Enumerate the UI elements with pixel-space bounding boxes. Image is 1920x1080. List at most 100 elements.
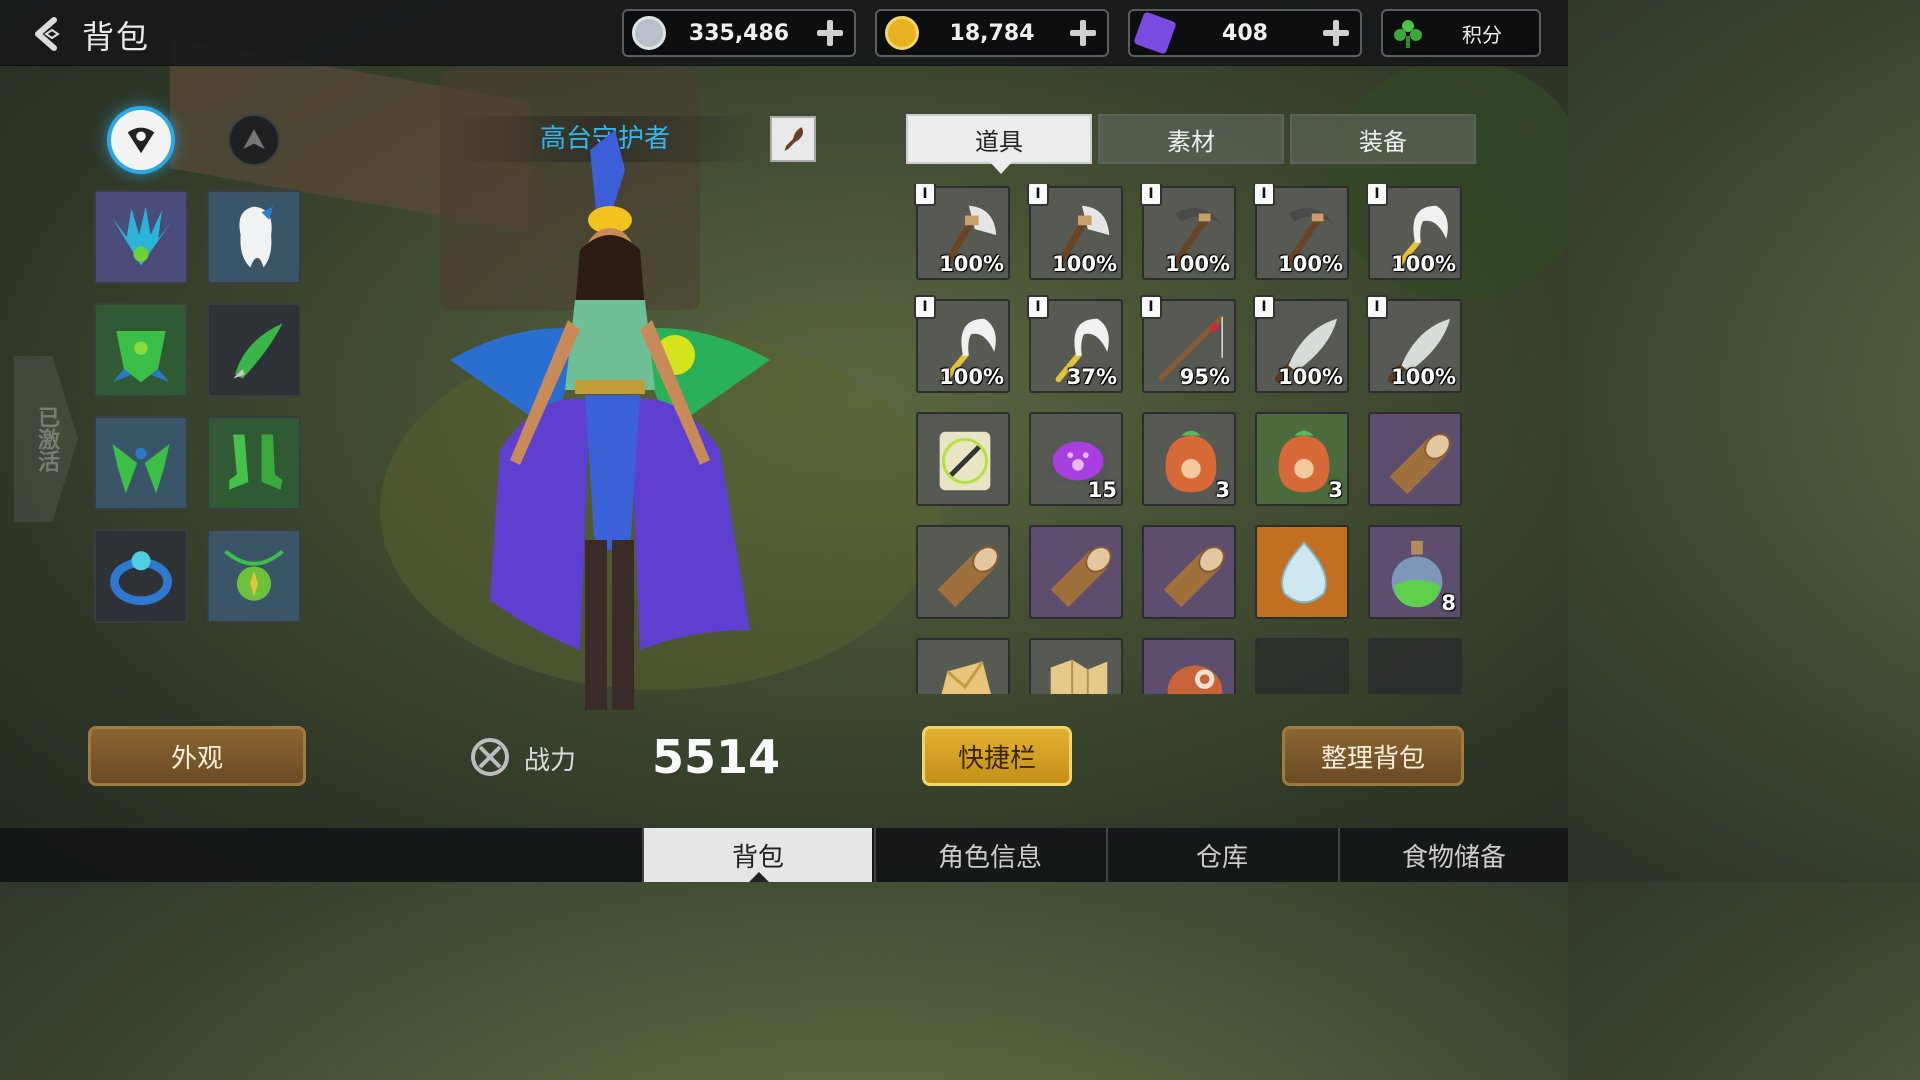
inventory-slot[interactable]: I 100% xyxy=(1253,184,1349,280)
lock-icon: I xyxy=(1140,184,1162,206)
inventory-slot[interactable]: I 37% xyxy=(1027,295,1123,393)
equip-slot-hair[interactable] xyxy=(207,190,301,284)
lock-icon: I xyxy=(1366,184,1388,206)
wing-emblem-icon xyxy=(243,129,265,149)
lock-icon: I xyxy=(1140,295,1162,319)
purple-gem-icon xyxy=(1133,11,1177,55)
inventory-slot[interactable] xyxy=(1142,638,1236,694)
equip-slot-ring[interactable] xyxy=(94,529,188,623)
quill-icon xyxy=(784,127,804,151)
inventory-slot[interactable]: I 100% xyxy=(1366,295,1462,393)
style-tab-flower[interactable] xyxy=(104,108,178,172)
gold-currency: 18,784 xyxy=(875,9,1109,57)
nav-bag[interactable]: 背包 xyxy=(642,828,872,882)
add-silver-button[interactable] xyxy=(812,16,846,50)
activated-label: 已激活 xyxy=(34,406,59,472)
inventory-slot[interactable] xyxy=(1142,525,1236,619)
inventory-slot[interactable]: I 100% xyxy=(914,184,1010,280)
add-gold-button[interactable] xyxy=(1065,16,1099,50)
score-label: 积分 xyxy=(1462,22,1502,47)
lock-icon: I xyxy=(914,295,936,319)
silver-coin-icon xyxy=(632,16,666,50)
character-model xyxy=(440,130,780,730)
wood-log-icon xyxy=(1389,433,1451,495)
back-arrow-icon xyxy=(35,17,60,51)
item-count-label: 100% xyxy=(1391,365,1456,389)
amulet-icon xyxy=(224,549,284,601)
inventory-slot[interactable]: 8 xyxy=(1368,525,1462,619)
tab-equipment[interactable]: 装备 xyxy=(1290,114,1476,164)
item-count-label: 3 xyxy=(1328,478,1343,502)
map-icon xyxy=(1050,659,1108,694)
inventory-slot[interactable]: 15 xyxy=(1029,412,1123,506)
flower-emblem-icon xyxy=(127,127,155,154)
tab-items[interactable]: 道具 xyxy=(906,114,1092,174)
item-count-label: 100% xyxy=(1391,252,1456,276)
scroll-icon xyxy=(939,431,991,491)
inventory-grid: I 100% I 100% I 100% I 100% I 100% I 100% I 37% I 95% I 1… xyxy=(908,184,1474,694)
inventory-slot[interactable] xyxy=(916,412,1010,506)
wood-log-icon xyxy=(1163,546,1225,608)
lock-icon: I xyxy=(914,184,936,206)
blue-ring-icon xyxy=(110,551,172,605)
silver-amount: 335,486 xyxy=(688,20,790,46)
inventory-slot[interactable]: I 100% xyxy=(914,295,1010,393)
power-value: 5514 xyxy=(652,730,781,784)
meat-icon xyxy=(1167,665,1223,694)
inventory-slot[interactable]: I 95% xyxy=(1140,295,1236,393)
green-boots-icon xyxy=(229,434,283,490)
equip-slot-body[interactable] xyxy=(94,303,188,397)
nav-character-info[interactable]: 角色信息 xyxy=(874,828,1104,882)
inventory-slot[interactable]: I 100% xyxy=(1027,184,1123,280)
item-count-label: 100% xyxy=(1278,252,1343,276)
item-count-label: 100% xyxy=(1052,252,1117,276)
inventory-slot[interactable]: I 100% xyxy=(1366,184,1462,280)
quickbar-button[interactable]: 快捷栏 xyxy=(922,726,1072,786)
inventory-slot[interactable]: I 100% xyxy=(1140,184,1236,280)
tab-materials[interactable]: 素材 xyxy=(1098,114,1284,164)
power-icon xyxy=(471,738,509,776)
white-hair-icon xyxy=(239,206,273,268)
equip-slot-amulet[interactable] xyxy=(207,529,301,623)
equip-slot-weapon[interactable] xyxy=(207,303,301,397)
score-button[interactable]: 积分 xyxy=(1381,9,1541,57)
water-drop-icon xyxy=(1281,541,1327,604)
style-tab-wing[interactable] xyxy=(228,114,280,166)
inventory-slot[interactable]: 3 xyxy=(1142,412,1236,506)
inventory-slot[interactable] xyxy=(916,525,1010,619)
green-blade-icon xyxy=(233,323,283,379)
feather-headdress-icon xyxy=(112,206,172,266)
nav-warehouse[interactable]: 仓库 xyxy=(1106,828,1336,882)
inventory-slot[interactable] xyxy=(1368,412,1462,506)
clover-icon xyxy=(1391,16,1425,50)
item-count-label: 100% xyxy=(939,365,1004,389)
leaf-gloves-icon xyxy=(112,444,170,494)
equip-slot-boots[interactable] xyxy=(207,416,301,510)
add-gem-button[interactable] xyxy=(1318,16,1352,50)
inventory-slot[interactable] xyxy=(1029,638,1123,694)
sort-bag-button[interactable]: 整理背包 xyxy=(1282,726,1464,786)
fabric-icon xyxy=(941,660,991,694)
gold-coin-icon xyxy=(885,16,919,50)
appearance-button[interactable]: 外观 xyxy=(88,726,306,786)
inventory-slot[interactable] xyxy=(916,638,1010,694)
item-count-label: 15 xyxy=(1087,478,1117,502)
inventory-slot[interactable] xyxy=(1029,525,1123,619)
item-count-label: 37% xyxy=(1066,365,1117,389)
item-count-label: 100% xyxy=(1278,365,1343,389)
top-bar: 背包 335,486 18,784 408 积分 xyxy=(0,0,1568,66)
wood-log-icon xyxy=(1050,546,1112,608)
empty-slot[interactable] xyxy=(1255,638,1349,694)
inventory-slot[interactable]: 3 xyxy=(1255,412,1349,506)
inventory-slot[interactable] xyxy=(1255,525,1349,619)
leaf-armor-icon xyxy=(112,331,170,383)
equip-slot-head[interactable] xyxy=(94,190,188,284)
empty-slot[interactable] xyxy=(1368,638,1462,694)
lock-icon: I xyxy=(1253,184,1275,206)
inventory-slot[interactable]: I 100% xyxy=(1253,295,1349,393)
item-count-label: 3 xyxy=(1215,478,1230,502)
back-button[interactable] xyxy=(26,12,70,56)
gem-amount: 408 xyxy=(1222,20,1268,46)
equip-slot-gloves[interactable] xyxy=(94,416,188,510)
nav-food-storage[interactable]: 食物储备 xyxy=(1338,828,1568,882)
